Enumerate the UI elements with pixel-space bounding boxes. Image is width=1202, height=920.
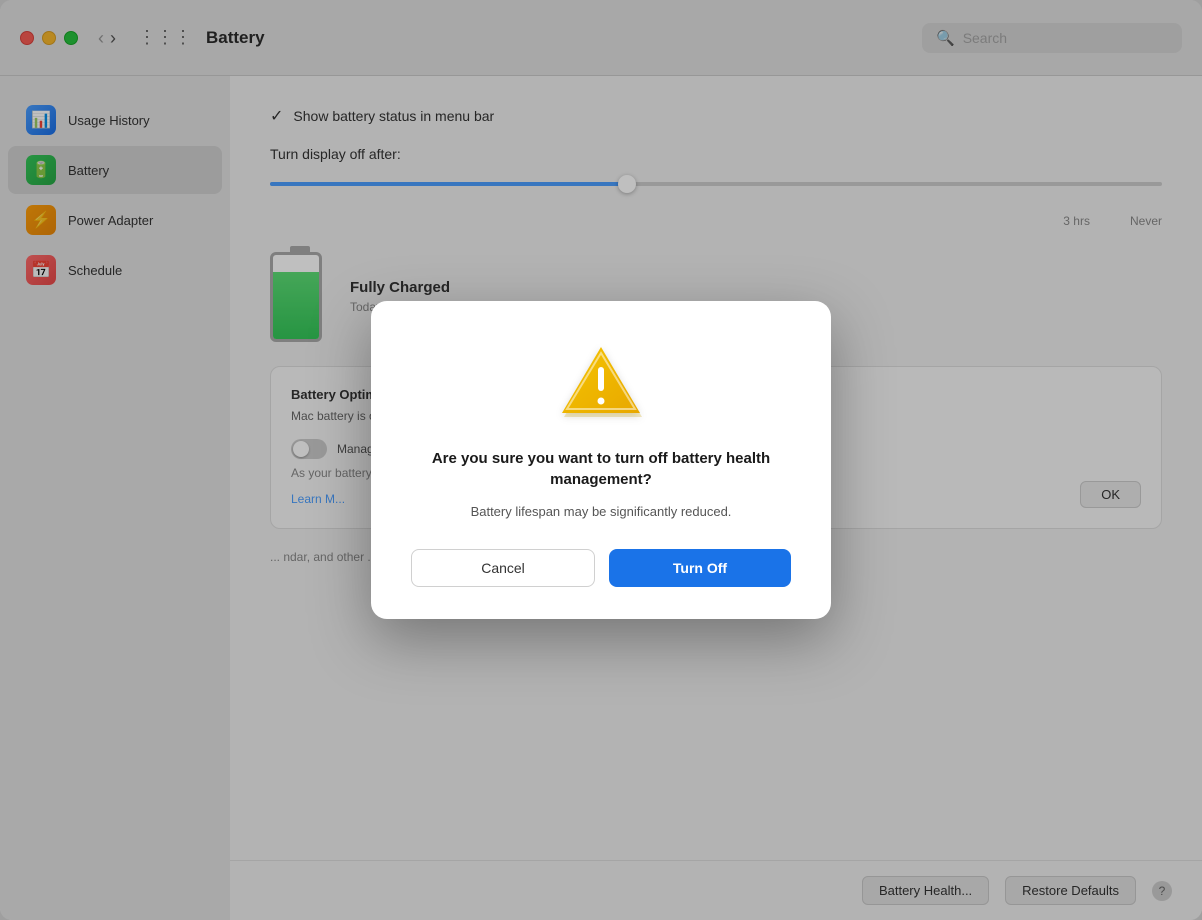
turn-off-button[interactable]: Turn Off [609, 549, 791, 587]
modal-title: Are you sure you want to turn off batter… [411, 448, 791, 490]
cancel-button[interactable]: Cancel [411, 549, 595, 587]
modal-body: Battery lifespan may be significantly re… [471, 502, 732, 522]
modal-dialog: Are you sure you want to turn off batter… [371, 301, 831, 620]
warning-icon-wrap [556, 341, 646, 426]
warning-icon [556, 341, 646, 421]
modal-buttons: Cancel Turn Off [411, 549, 791, 587]
modal-overlay: Are you sure you want to turn off batter… [0, 0, 1202, 920]
